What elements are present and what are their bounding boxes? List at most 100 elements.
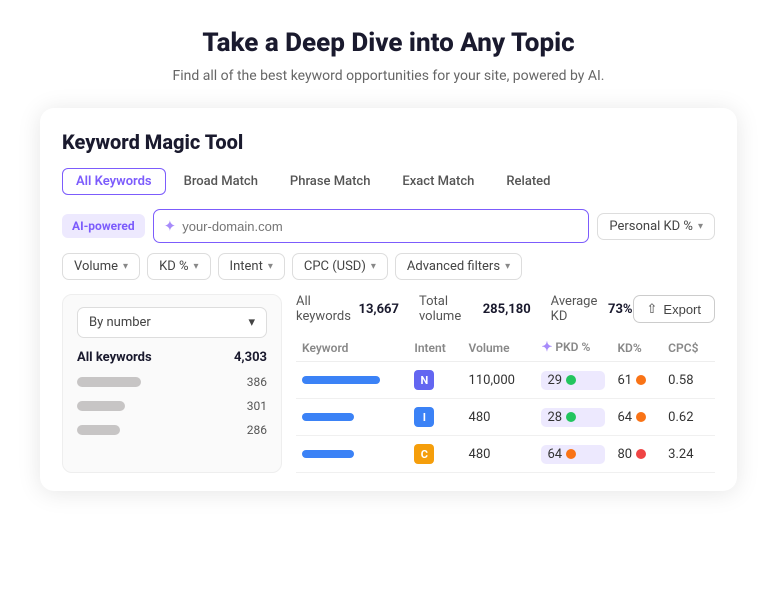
cpc-cell: 0.62: [662, 399, 715, 436]
col-pkd: ✦ PKD %: [535, 334, 611, 362]
table-row: I 480 28 64 0.62: [296, 399, 715, 436]
pkd-dot: [566, 375, 576, 385]
keywords-table: Keyword Intent Volume ✦ PKD % KD% CPC$: [296, 334, 715, 473]
intent-badge: I: [414, 407, 434, 427]
kd-value: 61: [617, 373, 656, 388]
sparkle-icon: ✦: [164, 217, 177, 235]
avg-kd-label: Average KD: [551, 294, 605, 324]
kw-bar: [77, 425, 120, 435]
page-wrapper: Take a Deep Dive into Any Topic Find all…: [0, 0, 777, 521]
pkd-star-icon: ✦: [541, 340, 552, 355]
tab-all-keywords[interactable]: All Keywords: [62, 168, 166, 195]
cpc-cell: 0.58: [662, 362, 715, 399]
total-volume-count: 285,180: [483, 302, 531, 317]
intent-cell: I: [408, 399, 462, 436]
search-row: AI-powered ✦ Personal KD % ▾: [62, 209, 715, 243]
kd-value: 64: [617, 410, 656, 425]
kw-count: 286: [247, 423, 267, 437]
pkd-cell: 64: [535, 436, 611, 473]
chevron-down-icon: ▾: [123, 261, 128, 272]
intent-badge: C: [414, 444, 434, 464]
chevron-down-icon: ▾: [698, 221, 703, 232]
col-intent: Intent: [408, 334, 462, 362]
kd-dot: [636, 449, 646, 459]
kd-dot: [636, 412, 646, 422]
keyword-bar: [302, 450, 354, 458]
chevron-down-icon: ▾: [371, 261, 376, 272]
stats-row: All keywords 13,667 Total volume 285,180…: [296, 294, 715, 324]
keyword-bar: [302, 376, 380, 384]
keyword-cell: [296, 399, 408, 436]
tab-phrase-match[interactable]: Phrase Match: [276, 168, 385, 195]
intent-cell: N: [408, 362, 462, 399]
all-keywords-list-label: All keywords: [77, 350, 152, 365]
kw-bar-wrap: [77, 377, 237, 387]
keyword-list: All keywords 4,303 386 301: [77, 350, 267, 437]
pkd-value: 28: [541, 408, 605, 427]
keyword-bar: [302, 413, 354, 421]
filter-volume[interactable]: Volume ▾: [62, 253, 140, 280]
keyword-list-header: All keywords 4,303: [77, 350, 267, 365]
kw-count: 386: [247, 375, 267, 389]
filter-kd[interactable]: KD % ▾: [147, 253, 210, 280]
keyword-cell: [296, 362, 408, 399]
kd-dropdown[interactable]: Personal KD % ▾: [597, 213, 715, 240]
tab-broad-match[interactable]: Broad Match: [170, 168, 272, 195]
kd-dropdown-label: Personal KD %: [609, 219, 693, 234]
list-item: 301: [77, 399, 267, 413]
pkd-dot: [566, 449, 576, 459]
tab-related[interactable]: Related: [492, 168, 564, 195]
table-row: C 480 64 80 3.24: [296, 436, 715, 473]
filters-row: Volume ▾ KD % ▾ Intent ▾ CPC (USD) ▾ Adv…: [62, 253, 715, 280]
chevron-down-icon: ▾: [505, 261, 510, 272]
list-item: 286: [77, 423, 267, 437]
volume-cell: 480: [463, 436, 536, 473]
content-split: By number ▾ All keywords 4,303 386: [62, 294, 715, 473]
intent-badge: N: [414, 370, 434, 390]
search-input-wrap[interactable]: ✦: [153, 209, 590, 243]
pkd-cell: 29: [535, 362, 611, 399]
card-title: Keyword Magic Tool: [62, 130, 715, 154]
kd-value: 80: [617, 447, 656, 462]
pkd-value: 64: [541, 445, 605, 464]
hero-subtitle: Find all of the best keyword opportuniti…: [40, 68, 737, 84]
avg-kd-value: 73%: [608, 302, 633, 317]
filter-intent[interactable]: Intent ▾: [218, 253, 285, 280]
by-number-label: By number: [89, 315, 151, 330]
kd-cell: 64: [611, 399, 662, 436]
total-volume-label: Total volume: [419, 294, 480, 324]
kd-dot: [636, 375, 646, 385]
chevron-down-icon: ▾: [248, 315, 255, 330]
filter-cpc[interactable]: CPC (USD) ▾: [292, 253, 388, 280]
tabs-row: All Keywords Broad Match Phrase Match Ex…: [62, 168, 715, 195]
export-icon: ⇧: [647, 301, 658, 317]
kd-cell: 61: [611, 362, 662, 399]
export-label: Export: [663, 302, 701, 317]
list-item: 386: [77, 375, 267, 389]
chevron-down-icon: ▾: [268, 261, 273, 272]
col-keyword: Keyword: [296, 334, 408, 362]
volume-cell: 110,000: [463, 362, 536, 399]
cpc-cell: 3.24: [662, 436, 715, 473]
intent-cell: C: [408, 436, 462, 473]
pkd-dot: [566, 412, 576, 422]
tab-exact-match[interactable]: Exact Match: [388, 168, 488, 195]
col-cpc: CPC$: [662, 334, 715, 362]
by-number-dropdown[interactable]: By number ▾: [77, 307, 267, 338]
main-card: Keyword Magic Tool All Keywords Broad Ma…: [40, 108, 737, 491]
kw-bar: [77, 377, 141, 387]
hero-title: Take a Deep Dive into Any Topic: [40, 28, 737, 58]
search-input[interactable]: [182, 219, 578, 234]
all-keywords-stats-count: 13,667: [358, 302, 399, 317]
export-button[interactable]: ⇧ Export: [633, 295, 715, 323]
kw-bar-wrap: [77, 425, 237, 435]
chevron-down-icon: ▾: [194, 261, 199, 272]
table-row: N 110,000 29 61 0.58: [296, 362, 715, 399]
col-volume: Volume: [463, 334, 536, 362]
all-keywords-stats-label: All keywords: [296, 294, 355, 324]
filter-advanced[interactable]: Advanced filters ▾: [395, 253, 522, 280]
all-keywords-list-count: 4,303: [234, 350, 267, 365]
volume-cell: 480: [463, 399, 536, 436]
pkd-cell: 28: [535, 399, 611, 436]
kw-count: 301: [247, 399, 267, 413]
